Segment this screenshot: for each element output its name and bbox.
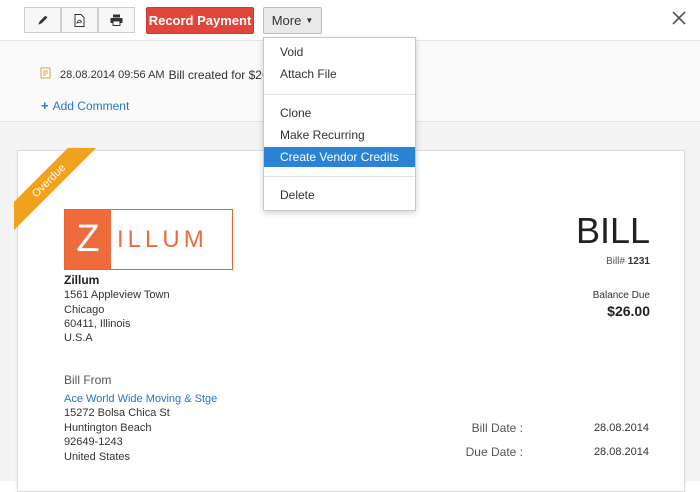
menu-item-make-recurring[interactable]: Make Recurring <box>264 125 415 145</box>
activity-log-entry: 28.08.2014 09:56 AM Bill created for $26 <box>40 67 269 82</box>
caret-down-icon: ▼ <box>305 16 314 25</box>
close-icon <box>672 10 686 30</box>
balance-due-amount: $26.00 <box>607 303 650 319</box>
vendor-address-line: United States <box>64 451 131 463</box>
org-address-line: Chicago <box>64 304 105 316</box>
vendor-address-line: 92649-1243 <box>64 436 123 448</box>
vendor-name-link[interactable]: Ace World Wide Moving & Stge <box>64 393 217 405</box>
activity-message: Bill created for $26 <box>168 67 269 82</box>
vendor-address-line: Huntington Beach <box>64 422 152 434</box>
add-comment-link[interactable]: + Add Comment <box>41 98 129 113</box>
due-date-label: Due Date : <box>465 445 523 459</box>
organization-name: Zillum <box>64 273 100 287</box>
pdf-icon <box>74 13 85 27</box>
plus-icon: + <box>41 98 49 113</box>
menu-item-void[interactable]: Void <box>264 42 415 62</box>
menu-item-delete[interactable]: Delete <box>264 185 415 205</box>
org-address-line: 60411, Illinois <box>64 318 131 330</box>
toolbar: Record Payment More ▼ <box>0 0 700 40</box>
add-comment-label: Add Comment <box>52 98 130 113</box>
print-button[interactable] <box>98 7 135 33</box>
org-address-line: 1561 Appleview Town <box>64 289 170 301</box>
menu-divider <box>264 176 415 177</box>
activity-timestamp: 28.08.2014 09:56 AM <box>60 68 165 81</box>
bill-number-label: Bill# <box>606 256 625 267</box>
balance-due-label: Balance Due <box>592 290 650 301</box>
logo-mark: Z <box>65 210 111 269</box>
menu-item-create-vendor-credits[interactable]: Create Vendor Credits <box>264 147 415 167</box>
edit-button[interactable] <box>24 7 61 33</box>
close-button[interactable] <box>668 9 690 31</box>
company-logo: Z ILLUM <box>64 209 233 270</box>
bill-title: BILL <box>575 210 650 251</box>
more-button-label: More <box>271 13 302 28</box>
menu-item-attach-file[interactable]: Attach File <box>264 64 415 84</box>
more-button[interactable]: More ▼ <box>263 7 322 34</box>
bill-number: Bill# 1231 <box>560 256 650 267</box>
bill-number-value: 1231 <box>627 256 650 267</box>
menu-divider <box>264 94 415 95</box>
more-dropdown-menu: Void Attach File Clone Make Recurring Cr… <box>263 37 416 211</box>
bill-date-label: Bill Date : <box>471 421 523 435</box>
pencil-icon <box>37 14 49 26</box>
bill-from-label: Bill From <box>64 373 112 387</box>
vendor-address-line: 15272 Bolsa Chica St <box>64 407 170 419</box>
note-icon <box>40 67 52 82</box>
logo-wordmark: ILLUM <box>117 225 208 253</box>
due-date-value: 28.08.2014 <box>593 446 649 458</box>
pdf-button[interactable] <box>61 7 98 33</box>
record-payment-button[interactable]: Record Payment <box>146 7 254 34</box>
menu-item-clone[interactable]: Clone <box>264 103 415 123</box>
printer-icon <box>110 14 123 26</box>
bill-date-value: 28.08.2014 <box>593 422 649 434</box>
org-address-line: U.S.A <box>64 332 93 344</box>
